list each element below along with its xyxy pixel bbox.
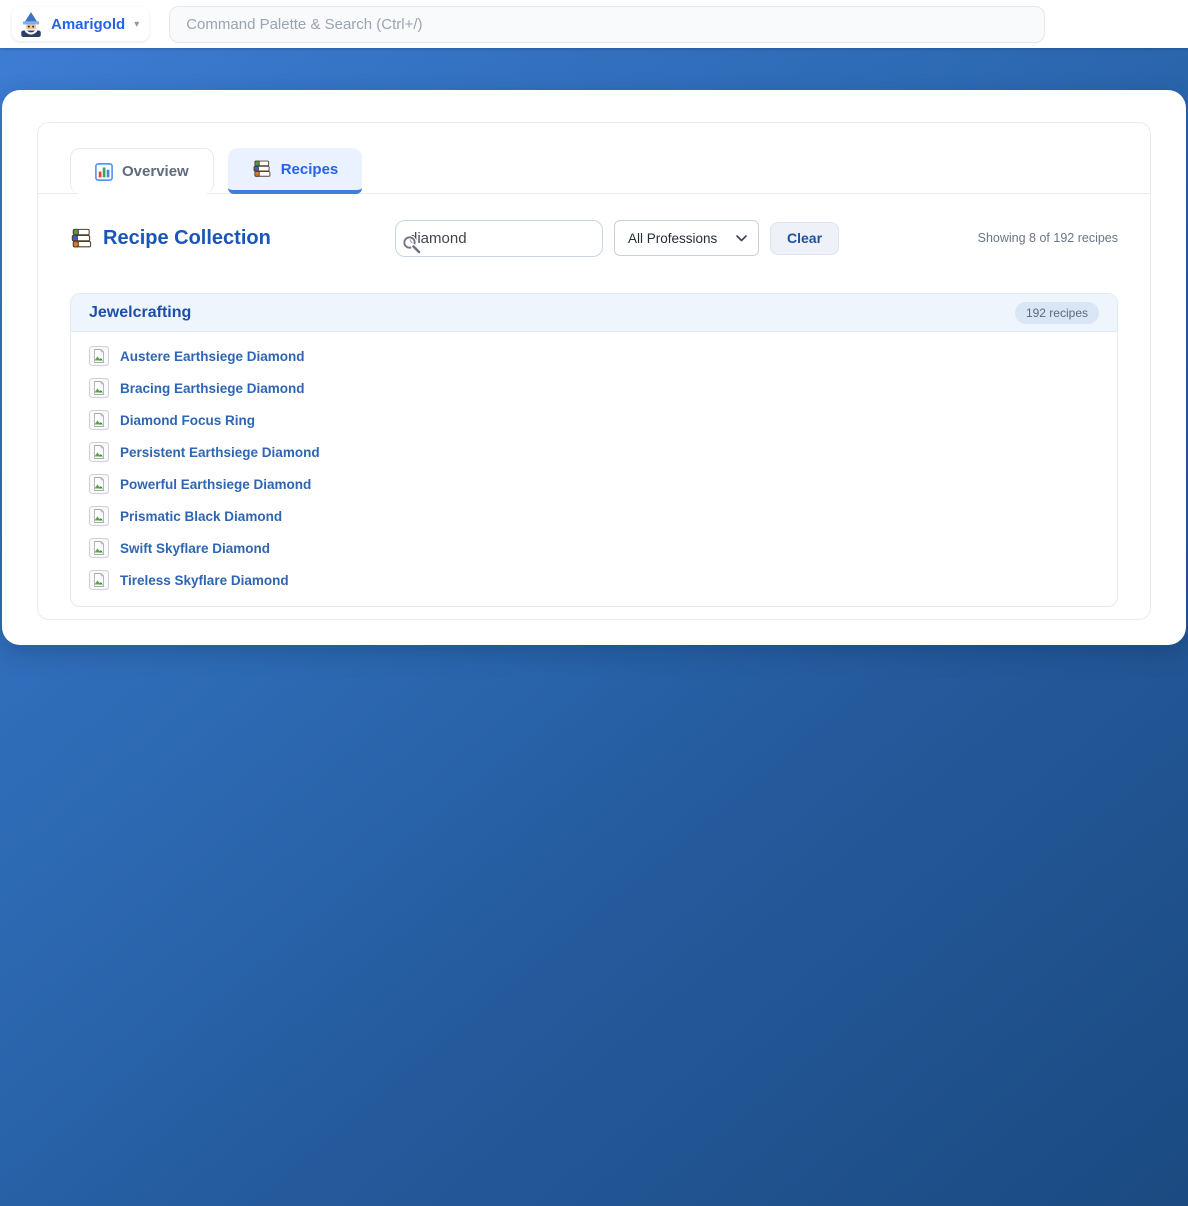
character-menu[interactable]: Amarigold ▾ [12, 7, 149, 41]
tab-overview[interactable]: Overview [70, 148, 214, 194]
character-name: Amarigold [51, 16, 125, 33]
caret-down-icon: ▾ [134, 19, 139, 30]
broken-image-icon [89, 474, 109, 494]
recipe-collection-heading: Recipe Collection [70, 227, 395, 250]
broken-image-icon [89, 378, 109, 398]
recipe-link[interactable]: Diamond Focus Ring [71, 404, 1117, 436]
profession-group-jewelcrafting: Jewelcrafting 192 recipes Austere Earths… [70, 293, 1118, 607]
tabbed-panel: Overview Recipes [37, 122, 1151, 620]
clear-filters-button[interactable]: Clear [770, 222, 839, 255]
recipe-link[interactable]: Prismatic Black Diamond [71, 500, 1117, 532]
broken-image-icon [89, 346, 109, 366]
page-title: Recipe Collection [103, 227, 271, 250]
command-palette-search-input[interactable] [169, 6, 1045, 43]
group-header: Jewelcrafting 192 recipes [71, 294, 1117, 332]
tab-recipes-label: Recipes [281, 161, 339, 178]
recipe-list: Austere Earthsiege Diamond Bracing Earth… [71, 332, 1117, 606]
books-icon [70, 227, 93, 250]
recipe-count-badge: 192 recipes [1015, 302, 1099, 324]
recipe-link[interactable]: Austere Earthsiege Diamond [71, 340, 1117, 372]
broken-image-icon [89, 506, 109, 526]
top-header-bar: Amarigold ▾ [0, 0, 1188, 48]
profession-filter-select[interactable]: All Professions [614, 220, 759, 256]
hero-band [0, 48, 1188, 90]
broken-image-icon [89, 410, 109, 430]
wizard-avatar-icon [18, 11, 44, 37]
recipe-controls-row: Recipe Collection All Professions [70, 216, 1118, 260]
broken-image-icon [89, 538, 109, 558]
recipe-link[interactable]: Tireless Skyflare Diamond [71, 564, 1117, 596]
tab-overview-label: Overview [122, 163, 189, 180]
bar-chart-icon [95, 163, 113, 181]
tab-bar: Overview Recipes [38, 147, 1150, 194]
tab-recipes[interactable]: Recipes [228, 148, 363, 194]
broken-image-icon [89, 442, 109, 462]
recipe-search-wrap [395, 220, 603, 257]
broken-image-icon [89, 570, 109, 590]
chevron-down-icon [736, 235, 747, 242]
results-summary: Showing 8 of 192 recipes [978, 231, 1118, 245]
group-title: Jewelcrafting [89, 304, 191, 322]
profession-filter-value: All Professions [628, 231, 717, 246]
recipe-link[interactable]: Powerful Earthsiege Diamond [71, 468, 1117, 500]
recipe-link[interactable]: Persistent Earthsiege Diamond [71, 436, 1117, 468]
recipe-link[interactable]: Bracing Earthsiege Diamond [71, 372, 1117, 404]
recipe-link[interactable]: Swift Skyflare Diamond [71, 532, 1117, 564]
books-icon [252, 159, 272, 179]
character-page-card: Overview Recipes [2, 90, 1186, 645]
recipe-search-input[interactable] [395, 220, 603, 257]
